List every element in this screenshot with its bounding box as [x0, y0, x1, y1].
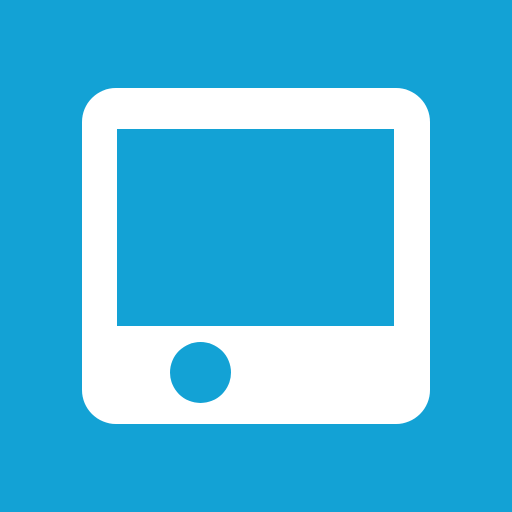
tablet-screen-icon-part [117, 129, 394, 326]
home-button-icon-part [170, 342, 231, 403]
tablet-app-icon[interactable] [0, 0, 512, 512]
tablet-device-icon [82, 88, 430, 424]
